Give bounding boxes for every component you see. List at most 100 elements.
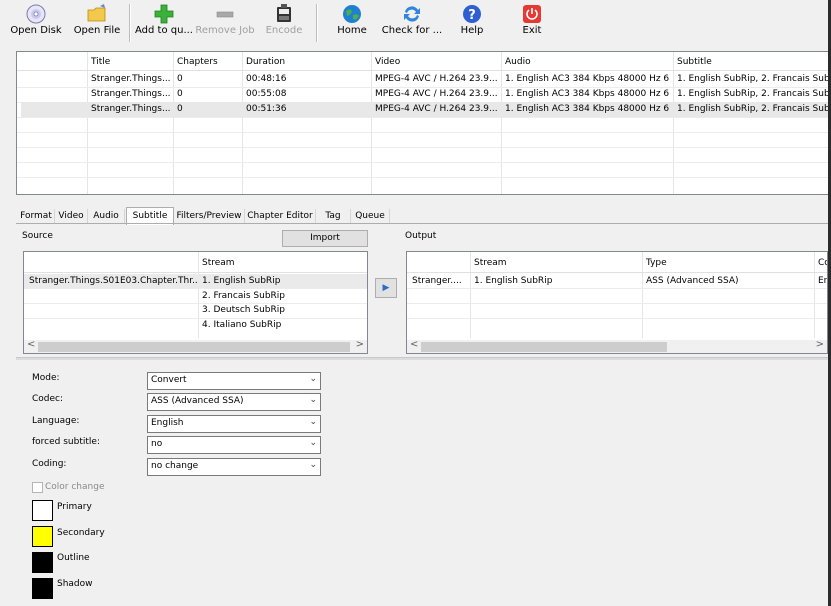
- window-left-border: [0, 46, 15, 606]
- exit-label: Exit: [522, 25, 542, 36]
- toolbar-separator: [316, 4, 318, 42]
- tab-queue[interactable]: Queue: [351, 209, 390, 223]
- col-header-title[interactable]: Title: [91, 56, 110, 69]
- refresh-icon: [404, 6, 420, 22]
- forced-subtitle-label: forced subtitle:: [32, 437, 100, 447]
- tab-chapter-editor[interactable]: Chapter Editor: [245, 209, 316, 223]
- codec-label: Codec:: [32, 394, 64, 404]
- help-label: Help: [460, 25, 484, 36]
- col-header-video[interactable]: Video: [375, 56, 400, 69]
- list-item[interactable]: 4. Italiano SubRip: [202, 319, 281, 332]
- tab-bar: Format Video Audio Subtitle Filters/Prev…: [16, 207, 816, 225]
- col-header-audio[interactable]: Audio: [505, 56, 531, 69]
- mode-value: Convert: [151, 375, 187, 385]
- tab-video[interactable]: Video: [55, 209, 88, 223]
- disc-icon: [26, 4, 46, 24]
- job-video: MPEG-4 AVC / H.264 23.9...: [375, 89, 498, 99]
- plus-icon: [154, 4, 174, 24]
- job-chapters: 0: [177, 89, 183, 99]
- job-video: MPEG-4 AVC / H.264 23.9...: [375, 104, 498, 114]
- remove-job-button[interactable]: Remove Job: [195, 0, 255, 46]
- chevron-down-icon: ⌄: [309, 460, 317, 470]
- scroll-thumb[interactable]: [421, 342, 667, 352]
- help-button[interactable]: ? Help: [450, 0, 494, 46]
- col-header-stream[interactable]: Stream: [474, 257, 507, 270]
- scroll-thumb[interactable]: [38, 342, 350, 352]
- col-header-chapters[interactable]: Chapters: [177, 56, 218, 69]
- svg-text:?: ?: [468, 8, 476, 23]
- import-button[interactable]: Import: [282, 230, 368, 247]
- folder-icon: [87, 4, 106, 22]
- job-duration: 00:55:08: [246, 89, 287, 99]
- output-stream-list[interactable]: Stream Type Co Stranger.... 1. English S…: [406, 251, 828, 354]
- codec-select[interactable]: ASS (Advanced SSA) ⌄: [147, 393, 321, 411]
- primary-color-swatch[interactable]: [32, 500, 53, 521]
- mode-label: Mode:: [32, 373, 60, 383]
- chevron-down-icon: ⌄: [309, 395, 317, 405]
- job-subtitle: 1. English SubRip, 2. Francais SubRi...: [677, 74, 830, 84]
- job-list[interactable]: Title Chapters Duration Video Audio Subt…: [16, 51, 831, 195]
- job-audio: 1. English AC3 384 Kbps 48000 Hz 6 ...: [505, 74, 671, 84]
- col-header-stream[interactable]: Stream: [202, 257, 235, 270]
- exit-button[interactable]: Exit: [510, 0, 554, 46]
- coding-value: no change: [151, 461, 199, 471]
- col-header-duration[interactable]: Duration: [246, 56, 285, 69]
- shadow-color-swatch[interactable]: [32, 578, 53, 599]
- power-icon: [523, 5, 541, 23]
- col-header-codec[interactable]: Co: [818, 257, 827, 270]
- tab-format[interactable]: Format: [18, 209, 55, 223]
- tab-tag[interactable]: Tag: [316, 209, 351, 223]
- shadow-color-label: Shadow: [57, 579, 93, 589]
- add-to-queue-label: Add to qu...: [135, 25, 193, 36]
- list-item[interactable]: 1. English SubRip: [202, 275, 280, 288]
- check-for-updates-button[interactable]: Check for ...: [380, 0, 444, 46]
- tab-audio[interactable]: Audio: [88, 209, 125, 223]
- output-label: Output: [405, 231, 437, 241]
- codec-value: ASS (Advanced SSA): [151, 396, 244, 406]
- job-title: Stranger.Things....: [91, 104, 171, 114]
- output-file-name: Stranger....: [412, 276, 462, 286]
- scroll-left-icon[interactable]: <: [27, 339, 35, 350]
- language-label: Language:: [32, 416, 80, 426]
- scroll-left-icon[interactable]: <: [410, 339, 418, 350]
- encode-icon: [277, 4, 291, 22]
- scroll-right-icon[interactable]: >: [356, 339, 364, 350]
- col-header-subtitle[interactable]: Subtitle: [677, 56, 712, 69]
- panel-splitter[interactable]: [16, 357, 831, 360]
- secondary-color-swatch[interactable]: [32, 526, 53, 547]
- output-horizontal-scrollbar[interactable]: < >: [407, 339, 827, 353]
- col-header-type[interactable]: Type: [646, 257, 667, 270]
- forced-subtitle-select[interactable]: no ⌄: [147, 436, 321, 454]
- source-horizontal-scrollbar[interactable]: < >: [24, 339, 367, 353]
- encode-label: Encode: [265, 25, 303, 36]
- source-file-name: Stranger.Things.S01E03.Chapter.Thr...: [29, 276, 197, 286]
- mode-select[interactable]: Convert ⌄: [147, 372, 321, 390]
- coding-select[interactable]: no change ⌄: [147, 458, 321, 476]
- forced-subtitle-value: no: [151, 439, 163, 449]
- primary-color-label: Primary: [57, 502, 92, 512]
- add-to-queue-button[interactable]: Add to qu...: [134, 0, 194, 46]
- job-audio: 1. English AC3 384 Kbps 48000 Hz 6 ...: [505, 89, 671, 99]
- job-chapters: 0: [177, 74, 183, 84]
- outline-color-swatch[interactable]: [32, 552, 53, 573]
- tab-filters-preview[interactable]: Filters/Preview: [174, 209, 245, 223]
- add-subtitle-arrow-button[interactable]: ▶: [375, 278, 397, 298]
- job-title: Stranger.Things....: [91, 89, 171, 99]
- toolbar: Open Disk Open File Add to qu... Remove …: [0, 0, 831, 46]
- toolbar-separator: [129, 4, 131, 42]
- encode-button[interactable]: Encode: [260, 0, 308, 46]
- home-button[interactable]: Home: [330, 0, 374, 46]
- list-item[interactable]: 2. Francais SubRip: [202, 290, 285, 303]
- job-subtitle: 1. English SubRip, 2. Francais SubRi...: [677, 89, 830, 99]
- coding-label: Coding:: [32, 459, 67, 469]
- source-label: Source: [22, 231, 53, 241]
- color-change-checkbox[interactable]: [32, 482, 43, 493]
- list-item[interactable]: 3. Deutsch SubRip: [202, 304, 285, 317]
- job-duration: 00:51:36: [246, 104, 287, 114]
- open-file-button[interactable]: Open File: [70, 0, 124, 46]
- open-disk-button[interactable]: Open Disk: [8, 0, 64, 46]
- outline-color-label: Outline: [57, 553, 90, 563]
- source-stream-list[interactable]: Stream Stranger.Things.S01E03.Chapter.Th…: [23, 251, 368, 354]
- scroll-right-icon[interactable]: >: [816, 339, 824, 350]
- language-select[interactable]: English ⌄: [147, 415, 321, 433]
